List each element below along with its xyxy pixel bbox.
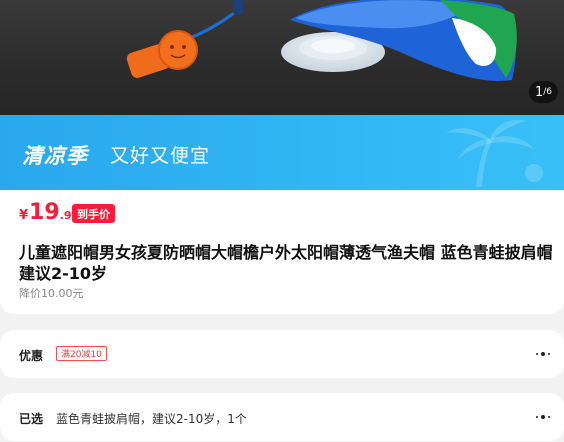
offers-label: 优惠 [19,349,44,363]
coupon-tag[interactable]: 满20减10 [56,346,107,361]
selected-spec-row[interactable]: 已选 蓝色青蛙披肩帽，建议2-10岁，1个 [0,393,564,441]
price-drop-note: 降价10.00元 [19,287,84,300]
promo-title: 清凉季 [22,144,88,168]
selected-label: 已选 [19,412,44,426]
product-image[interactable]: 1/6 [0,0,564,115]
gallery-total-pages: 6 [546,87,552,97]
product-title: 儿童遮阳帽男女孩夏防晒帽大帽檐户外太阳帽薄透气渔夫帽 蓝色青蛙披肩帽 建议2-1… [19,243,553,283]
gallery-current-page: 1 [534,84,544,100]
gallery-page-indicator: 1/6 [528,81,558,103]
price-integer: 19 [29,200,60,225]
promo-banner[interactable]: 清凉季 又好又便宜 [0,115,564,190]
price-currency: ¥ [19,208,29,223]
more-dots-icon[interactable] [536,415,550,419]
offers-row[interactable]: 优惠 满20减10 [0,330,564,378]
price: ¥ 19 .90 [19,200,79,225]
selected-spec-value: 蓝色青蛙披肩帽，建议2-10岁，1个 [56,412,247,426]
promo-subtitle: 又好又便宜 [110,145,211,167]
price-card: ¥ 19 .90 到手价 儿童遮阳帽男女孩夏防晒帽大帽檐户外太阳帽薄透气渔夫帽 … [0,190,564,314]
final-price-badge: 到手价 [72,204,115,223]
more-dots-icon[interactable] [536,352,550,356]
palm-tree-icon [446,119,543,187]
product-photo-scene [126,0,517,81]
